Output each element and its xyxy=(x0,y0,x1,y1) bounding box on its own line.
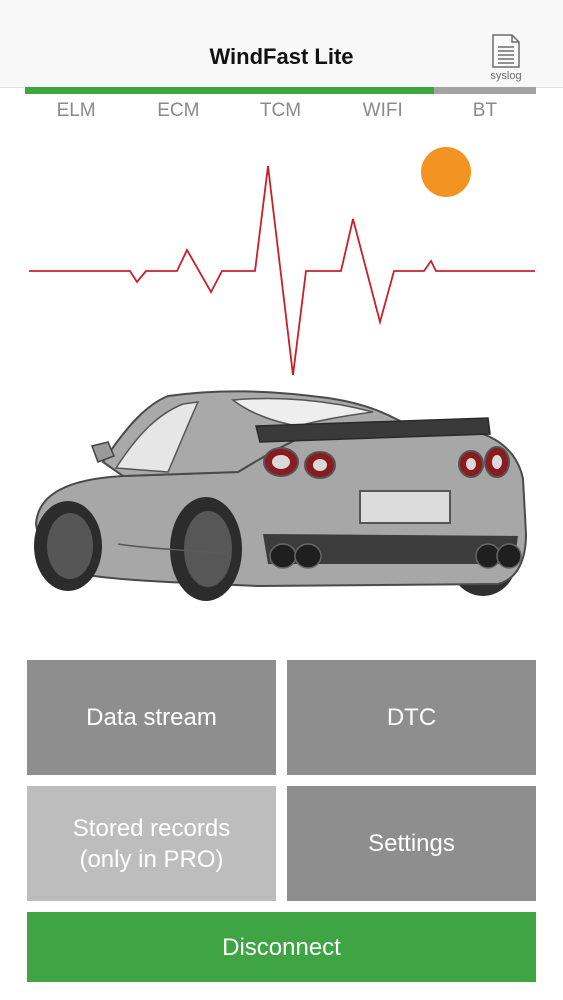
stored-records-label: Stored records (only in PRO) xyxy=(72,814,231,873)
disconnect-label: Disconnect xyxy=(222,933,341,961)
dtc-label: DTC xyxy=(386,704,437,731)
settings-button[interactable]: Settings xyxy=(287,786,536,901)
disconnect-button[interactable]: Disconnect xyxy=(27,912,536,982)
data-stream-button[interactable]: Data stream xyxy=(27,660,276,775)
settings-label: Settings xyxy=(368,830,455,857)
data-stream-label: Data stream xyxy=(86,704,217,731)
heartbeat-pulse-graphic xyxy=(29,165,535,376)
dtc-button[interactable]: DTC xyxy=(287,660,536,775)
stored-records-button[interactable]: Stored records (only in PRO) xyxy=(27,786,276,901)
sports-car-illustration xyxy=(34,390,528,601)
